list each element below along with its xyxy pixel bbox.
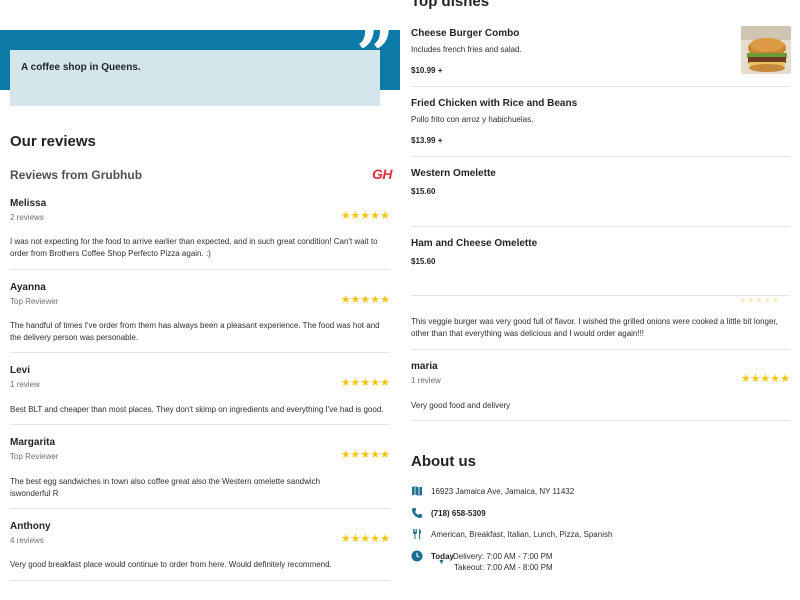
reviewer-name: Levi <box>10 365 31 376</box>
dish-price: $15.60 <box>411 187 436 196</box>
utensils-icon <box>413 529 421 539</box>
reviews-section-title: Our reviews <box>10 133 96 150</box>
delivery-hours: Delivery: 7:00 AM - 7:00 PM <box>453 552 553 561</box>
dish-price: $15.60 <box>411 257 436 266</box>
review-item: Levi 1 review ★★★★★ Best BLT and cheaper… <box>10 365 390 425</box>
address-text: 16923 Jamaica Ave, Jamaica, NY 11432 <box>431 487 575 496</box>
reviewer-name: Melissa <box>10 198 47 209</box>
dish-item[interactable]: Fried Chicken with Rice and Beans Pollo … <box>411 98 790 157</box>
dish-item[interactable]: Cheese Burger Combo Includes french frie… <box>411 28 790 87</box>
reviewer-meta: 1 review <box>411 376 441 385</box>
left-column: A coffee shop in Queens. ” Our reviews R… <box>0 0 400 600</box>
chevron-down-icon[interactable]: ▼ <box>438 559 445 566</box>
divider <box>411 349 790 350</box>
clock-icon <box>411 550 423 562</box>
review-text: The handful of times I've order from the… <box>10 321 380 342</box>
star-rating: ★★★★★ <box>740 373 790 385</box>
star-rating: ★★★★★ <box>340 377 390 389</box>
dish-price: $10.99 + <box>411 66 443 75</box>
restaurant-description: A coffee shop in Queens. <box>21 62 141 73</box>
dishes-section-title: Top dishes <box>411 0 490 10</box>
takeout-hours: Takeout: 7:00 AM - 8:00 PM <box>454 563 553 572</box>
review-text: Very good breakfast place would continue… <box>10 560 332 569</box>
dish-price: $13.99 + <box>411 136 443 145</box>
dish-name[interactable]: Cheese Burger Combo <box>411 28 519 39</box>
cuisines-text: American, Breakfast, Italian, Lunch, Piz… <box>431 530 613 539</box>
reviewer-meta: 1 review <box>10 380 40 389</box>
reviews-source-heading: Reviews from Grubhub <box>10 168 143 182</box>
burger-image <box>741 26 791 74</box>
reviewer-meta: Top Reviewer <box>10 452 59 461</box>
review-item: Ayanna Top Reviewer ★★★★★ The handful of… <box>10 282 390 353</box>
star-rating: ★★★★★ <box>739 296 780 305</box>
reviewer-name: Margarita <box>10 437 56 448</box>
star-rating: ★★★★★ <box>340 449 390 461</box>
about-section-title: About us <box>411 453 476 470</box>
dish-name[interactable]: Fried Chicken with Rice and Beans <box>411 98 577 109</box>
review-text: Very good food and delivery <box>411 401 511 410</box>
reviewer-meta: 2 reviews <box>10 213 44 222</box>
star-rating: ★★★★★ <box>340 210 390 222</box>
review-text: Best BLT and cheaper than most places. T… <box>10 405 384 414</box>
star-rating: ★★★★★ <box>340 533 390 545</box>
review-item: Margarita Top Reviewer ★★★★★ The best eg… <box>10 437 390 509</box>
star-rating: ★★★★★ <box>340 294 390 306</box>
grubhub-logo-icon: GH <box>372 166 393 182</box>
review-text: This veggie burger was very good full of… <box>411 317 778 338</box>
reviewer-name: Anthony <box>10 521 51 532</box>
phone-icon <box>412 508 422 518</box>
review-text: The best egg sandwiches in town also cof… <box>10 477 321 498</box>
review-item: Melissa 2 reviews ★★★★★ I was not expect… <box>10 198 390 270</box>
dish-image[interactable] <box>741 26 791 74</box>
map-icon <box>412 486 422 496</box>
review-item: maria 1 review ★★★★★ Very good food and … <box>411 361 790 421</box>
reviewer-meta: 4 reviews <box>10 536 44 545</box>
reviewer-name: maria <box>411 361 438 372</box>
dish-item[interactable]: Ham and Cheese Omelette $15.60 <box>411 238 790 296</box>
right-column: Top dishes Cheese Burger Combo Includes … <box>411 0 791 600</box>
dish-description: Pollo frito con arroz y habichuelas. <box>411 115 534 124</box>
review-item: Anthony 4 reviews ★★★★★ Very good breakf… <box>10 521 390 581</box>
review-text: I was not expecting for the food to arri… <box>10 237 378 258</box>
reviewer-meta: Top Reviewer <box>10 297 59 306</box>
dish-item[interactable]: Western Omelette $15.60 <box>411 168 790 227</box>
phone-link[interactable]: (718) 658-5309 <box>431 509 486 518</box>
dish-description: Includes french fries and salad. <box>411 45 522 54</box>
quote-icon: ” <box>356 16 394 94</box>
dish-name[interactable]: Ham and Cheese Omelette <box>411 238 537 249</box>
dish-name[interactable]: Western Omelette <box>411 168 496 179</box>
reviewer-name: Ayanna <box>10 282 46 293</box>
description-card: A coffee shop in Queens. <box>10 50 380 106</box>
